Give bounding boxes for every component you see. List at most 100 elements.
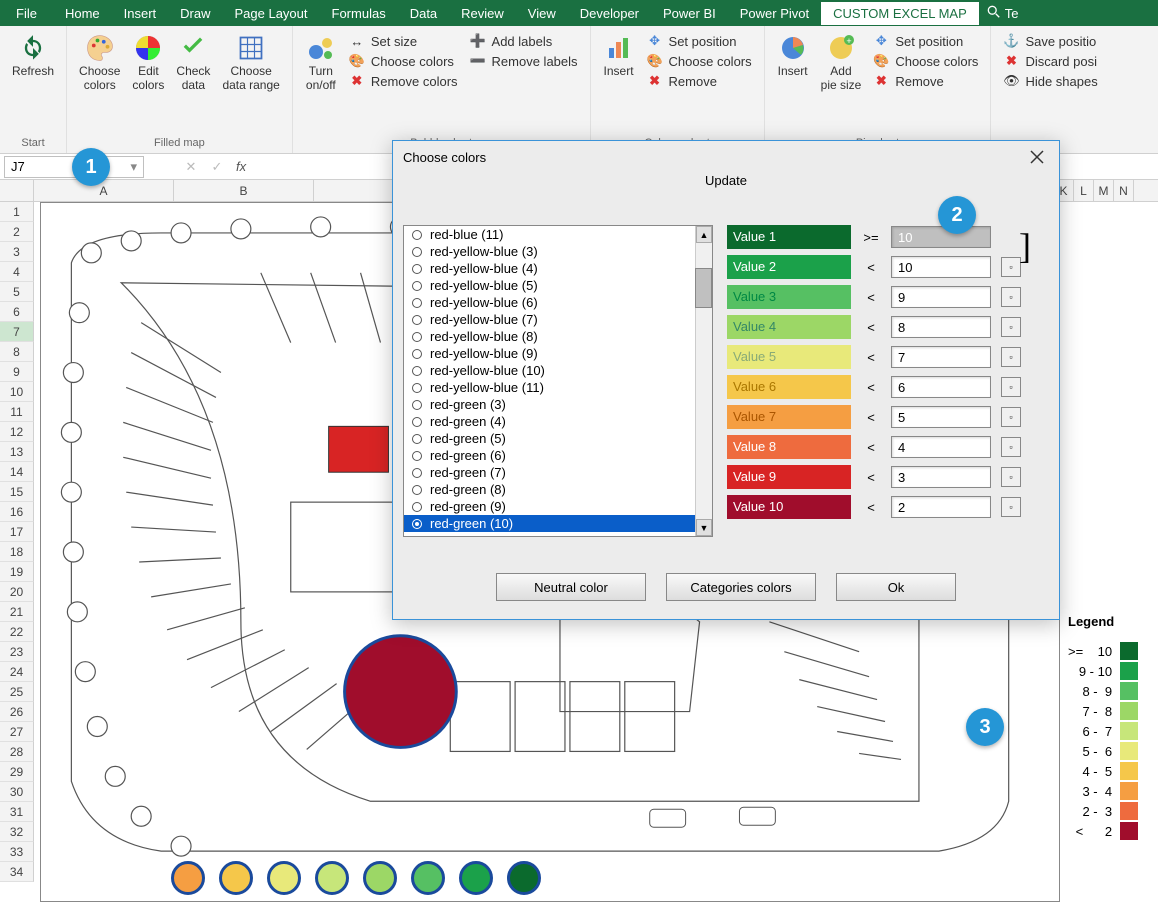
row-header[interactable]: 31 bbox=[0, 802, 34, 822]
bubble-remove-colors[interactable]: ✖Remove colors bbox=[347, 72, 460, 90]
palette-option[interactable]: red-green (6) bbox=[404, 447, 712, 464]
column-choose-colors[interactable]: 🎨Choose colors bbox=[645, 52, 754, 70]
row-header[interactable]: 29 bbox=[0, 762, 34, 782]
value-input[interactable] bbox=[891, 406, 991, 428]
value-picker-button[interactable]: ▫ bbox=[1001, 377, 1021, 397]
choose-data-range-button[interactable]: Choose data range bbox=[216, 30, 285, 94]
tab-developer[interactable]: Developer bbox=[568, 2, 651, 25]
pie-remove[interactable]: ✖Remove bbox=[871, 72, 980, 90]
scroll-thumb[interactable] bbox=[695, 268, 712, 308]
column-header[interactable]: M bbox=[1094, 180, 1114, 201]
row-header[interactable]: 19 bbox=[0, 562, 34, 582]
value-input[interactable] bbox=[891, 466, 991, 488]
color-circle[interactable] bbox=[459, 861, 493, 895]
bubble-choose-colors[interactable]: 🎨Choose colors bbox=[347, 52, 460, 70]
row-header[interactable]: 18 bbox=[0, 542, 34, 562]
row-header[interactable]: 7 bbox=[0, 322, 34, 342]
bubble-add-labels[interactable]: ➕Add labels bbox=[468, 32, 580, 50]
row-header[interactable]: 10 bbox=[0, 382, 34, 402]
accept-formula-icon[interactable]: ✓ bbox=[204, 159, 230, 175]
value-input[interactable] bbox=[891, 256, 991, 278]
row-header[interactable]: 6 bbox=[0, 302, 34, 322]
choose-colors-button[interactable]: Choose colors bbox=[73, 30, 126, 94]
row-header[interactable]: 20 bbox=[0, 582, 34, 602]
close-icon[interactable] bbox=[1025, 145, 1049, 169]
palette-option[interactable]: red-green (7) bbox=[404, 464, 712, 481]
pie-set-position[interactable]: ✥Set position bbox=[871, 32, 980, 50]
shapes-hide[interactable]: 👁Hide shapes bbox=[1001, 72, 1099, 90]
value-input[interactable] bbox=[891, 376, 991, 398]
row-header[interactable]: 32 bbox=[0, 822, 34, 842]
categories-colors-button[interactable]: Categories colors bbox=[666, 573, 816, 601]
fx-icon[interactable]: fx bbox=[230, 159, 252, 174]
tab-data[interactable]: Data bbox=[398, 2, 449, 25]
tab-file[interactable]: File bbox=[0, 2, 53, 25]
color-circle[interactable] bbox=[267, 861, 301, 895]
row-header[interactable]: 1 bbox=[0, 202, 34, 222]
pie-insert-button[interactable]: Insert bbox=[771, 30, 815, 80]
value-picker-button[interactable]: ▫ bbox=[1001, 467, 1021, 487]
bubble-set-size[interactable]: ↔Set size bbox=[347, 32, 460, 50]
row-header[interactable]: 14 bbox=[0, 462, 34, 482]
refresh-button[interactable]: Refresh bbox=[6, 30, 60, 80]
palette-option[interactable]: red-green (8) bbox=[404, 481, 712, 498]
tab-insert[interactable]: Insert bbox=[112, 2, 169, 25]
row-header[interactable]: 16 bbox=[0, 502, 34, 522]
color-circle[interactable] bbox=[507, 861, 541, 895]
palette-option[interactable]: red-yellow-blue (9) bbox=[404, 345, 712, 362]
value-picker-button[interactable]: ▫ bbox=[1001, 287, 1021, 307]
row-header[interactable]: 12 bbox=[0, 422, 34, 442]
row-header[interactable]: 4 bbox=[0, 262, 34, 282]
tab-power-pivot[interactable]: Power Pivot bbox=[728, 2, 821, 25]
ok-button[interactable]: Ok bbox=[836, 573, 956, 601]
value-input[interactable] bbox=[891, 316, 991, 338]
value-input[interactable] bbox=[891, 496, 991, 518]
scroll-up-icon[interactable]: ▲ bbox=[696, 226, 712, 243]
pie-add-size-button[interactable]: + Add pie size bbox=[815, 30, 868, 94]
column-header[interactable]: B bbox=[174, 180, 314, 201]
palette-option[interactable]: red-green (9) bbox=[404, 498, 712, 515]
value-input[interactable] bbox=[891, 346, 991, 368]
value-input[interactable] bbox=[891, 436, 991, 458]
value-picker-button[interactable]: ▫ bbox=[1001, 317, 1021, 337]
pie-choose-colors[interactable]: 🎨Choose colors bbox=[871, 52, 980, 70]
tab-view[interactable]: View bbox=[516, 2, 568, 25]
palette-option[interactable]: red-yellow-blue (5) bbox=[404, 277, 712, 294]
color-circle[interactable] bbox=[315, 861, 349, 895]
row-header[interactable]: 21 bbox=[0, 602, 34, 622]
row-header[interactable]: 34 bbox=[0, 862, 34, 882]
value-picker-button[interactable]: ▫ bbox=[1001, 437, 1021, 457]
palette-option[interactable]: red-green (10) bbox=[404, 515, 712, 532]
row-header[interactable]: 25 bbox=[0, 682, 34, 702]
search-box[interactable]: Te bbox=[979, 5, 1027, 22]
column-header[interactable]: L bbox=[1074, 180, 1094, 201]
value-input[interactable] bbox=[891, 286, 991, 308]
palette-option[interactable]: red-yellow-blue (3) bbox=[404, 243, 712, 260]
row-header[interactable]: 30 bbox=[0, 782, 34, 802]
row-header[interactable]: 9 bbox=[0, 362, 34, 382]
neutral-color-button[interactable]: Neutral color bbox=[496, 573, 646, 601]
column-remove[interactable]: ✖Remove bbox=[645, 72, 754, 90]
row-header[interactable]: 15 bbox=[0, 482, 34, 502]
color-circle[interactable] bbox=[411, 861, 445, 895]
select-all-corner[interactable] bbox=[0, 180, 34, 201]
row-header[interactable]: 27 bbox=[0, 722, 34, 742]
row-header[interactable]: 28 bbox=[0, 742, 34, 762]
palette-option[interactable]: red-blue (11) bbox=[404, 226, 712, 243]
palette-option[interactable]: red-yellow-blue (8) bbox=[404, 328, 712, 345]
row-header[interactable]: 13 bbox=[0, 442, 34, 462]
row-header[interactable]: 5 bbox=[0, 282, 34, 302]
row-header[interactable]: 24 bbox=[0, 662, 34, 682]
palette-option[interactable]: red-yellow-blue (6) bbox=[404, 294, 712, 311]
tab-formulas[interactable]: Formulas bbox=[320, 2, 398, 25]
row-header[interactable]: 22 bbox=[0, 622, 34, 642]
scroll-down-icon[interactable]: ▼ bbox=[696, 519, 712, 536]
tab-home[interactable]: Home bbox=[53, 2, 112, 25]
palette-option[interactable]: red-yellow-blue (7) bbox=[404, 311, 712, 328]
tab-page-layout[interactable]: Page Layout bbox=[223, 2, 320, 25]
palette-option[interactable]: red-green (3) bbox=[404, 396, 712, 413]
row-header[interactable]: 11 bbox=[0, 402, 34, 422]
palette-option[interactable]: red-yellow-blue (10) bbox=[404, 362, 712, 379]
palette-listbox[interactable]: red-blue (11)red-yellow-blue (3) red-yell… bbox=[403, 225, 713, 537]
check-data-button[interactable]: Check data bbox=[170, 30, 216, 94]
